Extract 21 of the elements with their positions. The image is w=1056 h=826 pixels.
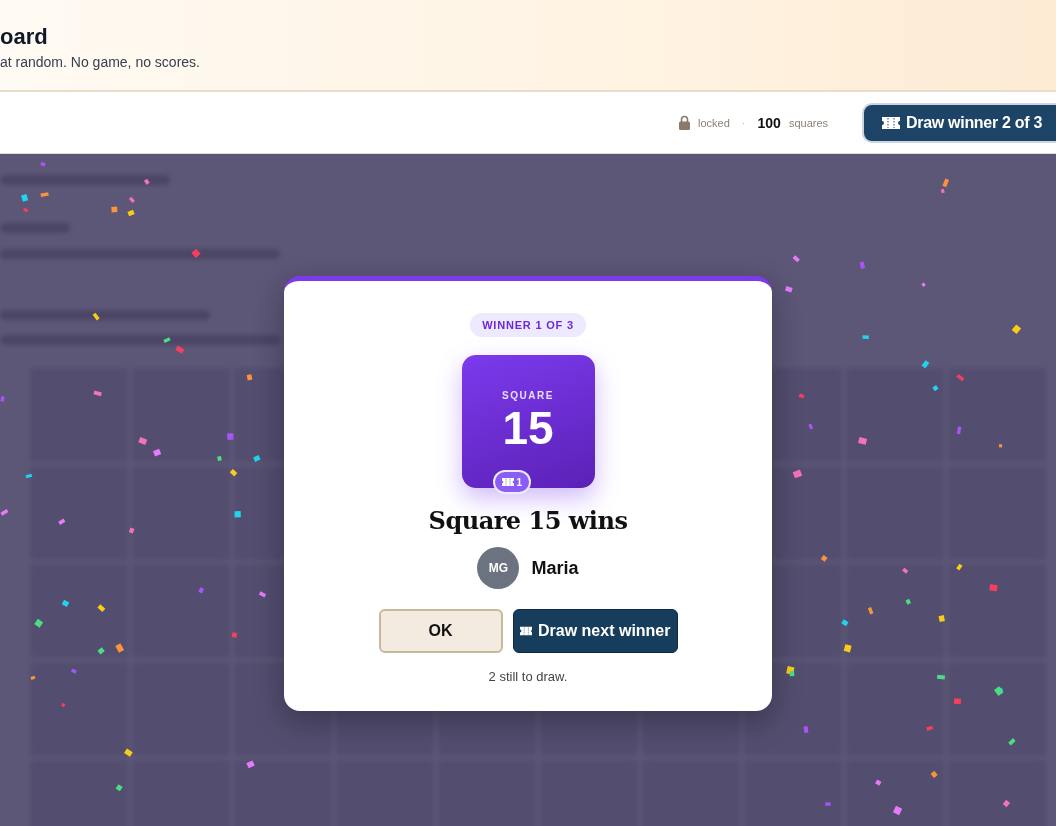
tile-label: SQUARE [502, 390, 554, 401]
ticket-icon [501, 478, 514, 486]
draw-winner-button[interactable]: Draw winner 2 of 3 [862, 102, 1056, 143]
square-count-label: squares [788, 116, 829, 129]
remaining-note: 2 still to draw. [488, 669, 568, 684]
square-number: 15 [502, 403, 554, 453]
winner-badge: WINNER 1 OF 3 [470, 313, 586, 337]
page-title: oard [0, 24, 49, 50]
ticket-icon [519, 625, 532, 637]
winner-name: Maria [531, 557, 579, 579]
winner-avatar: MG [477, 547, 520, 589]
separator-dot: · [741, 116, 746, 129]
lock-status: locked [698, 116, 730, 129]
square-count: 100 [757, 114, 781, 131]
page-subtitle: at random. No game, no scores. [0, 54, 201, 70]
lock-icon [679, 115, 691, 130]
ok-button[interactable]: OK [378, 609, 503, 653]
draw-next-button[interactable]: Draw next winner [512, 609, 678, 653]
ticket-icon [882, 116, 901, 129]
ticket-number: 1 [516, 476, 523, 488]
dialog-heading: Square 15 wins [428, 506, 628, 535]
